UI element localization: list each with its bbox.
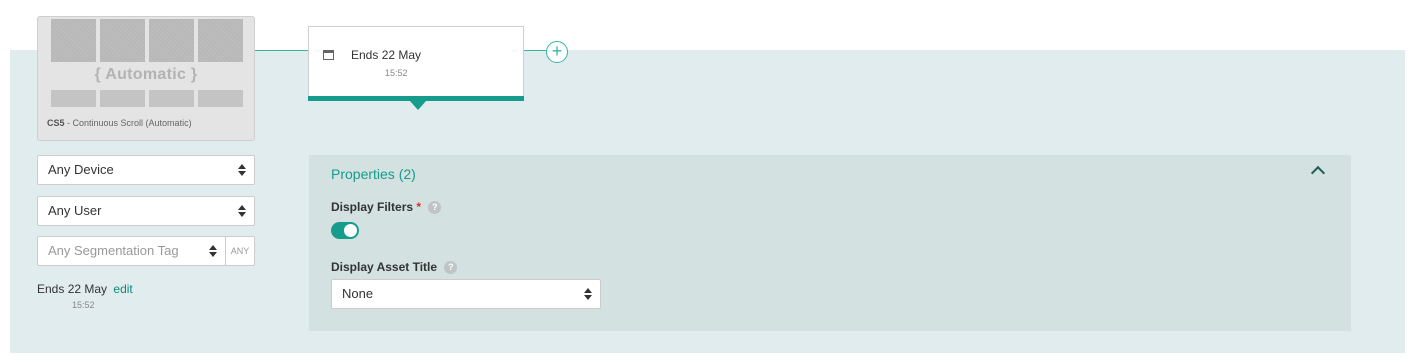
required-marker: * — [416, 200, 422, 214]
display-asset-title-select[interactable]: None — [331, 279, 601, 309]
help-icon[interactable]: ? — [428, 201, 442, 215]
display-asset-title-text: Display Asset Title — [331, 260, 438, 274]
schedule-card[interactable]: Ends 22 May 15:52 — [308, 26, 524, 110]
properties-title[interactable]: Properties (2) — [331, 166, 416, 182]
display-filters-toggle[interactable] — [331, 222, 359, 239]
calendar-icon — [323, 50, 334, 60]
properties-panel: Properties (2) Display Filters * ? Displ… — [309, 155, 1351, 331]
schedule-card-pointer — [410, 101, 426, 110]
select-arrows-icon — [238, 164, 246, 176]
schedule-ends-time: 15:52 — [72, 300, 95, 310]
layout-caption: CS5 - Continuous Scroll (Automatic) — [47, 118, 192, 128]
layout-card[interactable]: { Automatic } CS5 - Continuous Scroll (A… — [37, 16, 255, 141]
timeline-connector-left — [255, 50, 309, 51]
user-select[interactable]: Any User — [37, 196, 255, 226]
segmentation-any-button[interactable]: ANY — [225, 236, 255, 266]
layout-thumbnail-strip — [198, 90, 243, 107]
display-asset-title-label: Display Asset Title ? — [331, 260, 458, 275]
layout-name: - Continuous Scroll (Automatic) — [64, 118, 192, 128]
display-filters-label: Display Filters * ? — [331, 200, 442, 215]
layout-thumbnail-strip — [149, 90, 194, 107]
layout-thumbnail-strip — [100, 90, 145, 107]
select-arrows-icon — [238, 205, 246, 217]
schedule-card-date: 22 May — [381, 48, 422, 62]
layout-thumbnail — [198, 19, 243, 62]
device-select[interactable]: Any Device — [37, 155, 255, 185]
toggle-knob — [344, 224, 357, 237]
layout-thumbnails-top — [51, 19, 243, 62]
segmentation-tag-placeholder: Any Segmentation Tag — [48, 243, 179, 258]
schedule-card-label: Ends 22 May — [351, 48, 421, 62]
layout-thumbnail — [149, 19, 194, 62]
user-select-value: Any User — [48, 203, 102, 218]
schedule-ends-label: Ends — [37, 282, 65, 296]
schedule-edit-link[interactable]: edit — [113, 282, 132, 296]
display-asset-title-value: None — [342, 286, 374, 301]
layout-code: CS5 — [47, 118, 65, 128]
help-icon[interactable]: ? — [444, 261, 458, 275]
select-arrows-icon — [584, 288, 592, 300]
schedule-summary: Ends 22 May edit — [37, 282, 133, 296]
display-filters-text: Display Filters — [331, 200, 414, 214]
schedule-card-ends: Ends — [351, 48, 379, 62]
timeline-connector-right — [524, 50, 546, 51]
layout-thumbnail-strip — [51, 90, 96, 107]
segmentation-tag-select[interactable]: Any Segmentation Tag — [37, 236, 226, 266]
layout-automatic-label: { Automatic } — [94, 66, 198, 83]
select-arrows-icon — [209, 245, 217, 257]
plus-circle-icon[interactable]: + — [546, 41, 568, 63]
layout-thumbnails-bottom — [51, 90, 243, 107]
layout-thumbnail — [100, 19, 145, 62]
chevron-up-icon[interactable] — [1310, 165, 1326, 181]
layout-thumbnail — [51, 19, 96, 62]
schedule-card-time: 15:52 — [385, 68, 408, 78]
device-select-value: Any Device — [48, 162, 114, 177]
schedule-ends-date: 22 May — [67, 282, 108, 296]
